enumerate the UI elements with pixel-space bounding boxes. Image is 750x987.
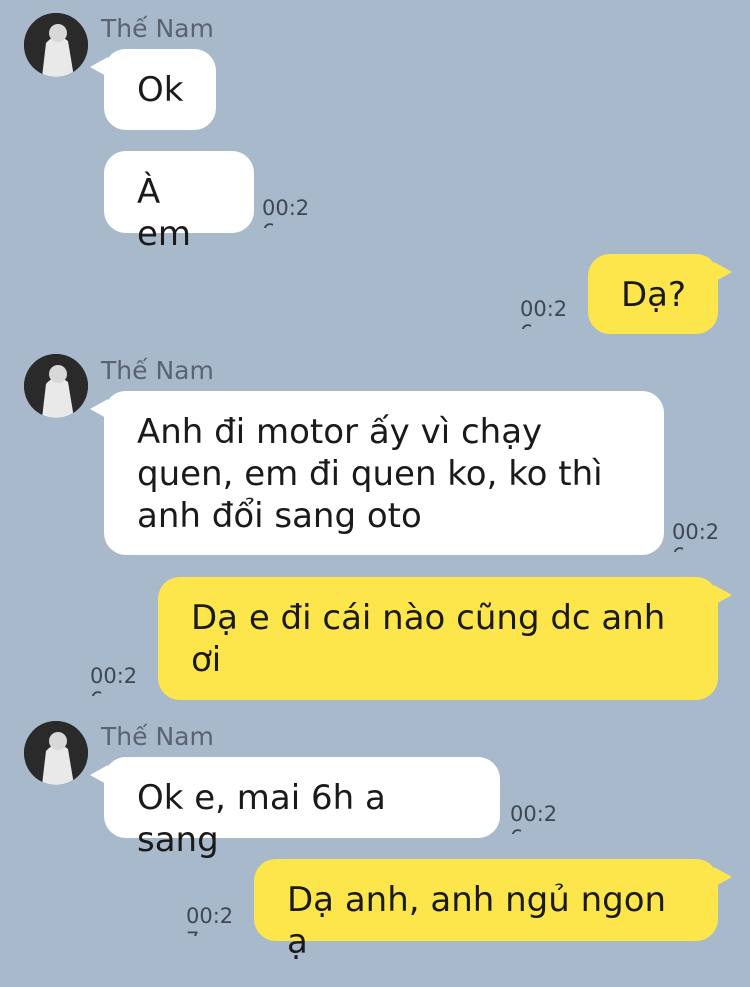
message-text: Dạ e đi cái nào cũng dc anh ơi	[191, 598, 666, 680]
message-timestamp: 00:27	[186, 904, 234, 936]
message-bubble[interactable]: Dạ?	[588, 254, 732, 334]
sender-name: Thế Nam	[101, 14, 214, 43]
sender-name: Thế Nam	[101, 722, 214, 751]
sender-avatar[interactable]	[24, 721, 88, 785]
message-text: Dạ?	[621, 275, 687, 315]
sender-name: Thế Nam	[101, 356, 214, 385]
message-bubble[interactable]: Ok e, mai 6h a sang	[90, 757, 500, 860]
message-text: Dạ anh, anh ngủ ngon ạ	[287, 880, 667, 962]
message-timestamp: 00:26	[520, 297, 568, 329]
message-timestamp: 00:26	[672, 520, 720, 552]
message-text: À em	[137, 172, 192, 254]
message-bubble[interactable]: À em	[104, 151, 254, 254]
message-bubble[interactable]: Dạ anh, anh ngủ ngon ạ	[254, 859, 732, 962]
message-bubble[interactable]: Ok	[90, 49, 216, 130]
message-text: Ok e, mai 6h a sang	[137, 778, 386, 860]
message-text: Anh đi motor ấy vì chạy quen, em đi quen…	[137, 412, 603, 536]
message-bubble[interactable]: Dạ e đi cái nào cũng dc anh ơi	[158, 577, 732, 700]
message-timestamp: 00:26	[90, 664, 138, 696]
sender-avatar[interactable]	[24, 354, 88, 418]
sender-avatar[interactable]	[24, 13, 88, 77]
message-timestamp: 00:26	[510, 802, 558, 834]
message-text: Ok	[137, 70, 184, 110]
message-bubble[interactable]: Anh đi motor ấy vì chạy quen, em đi quen…	[90, 391, 664, 555]
message-timestamp: 00:26	[262, 196, 310, 228]
